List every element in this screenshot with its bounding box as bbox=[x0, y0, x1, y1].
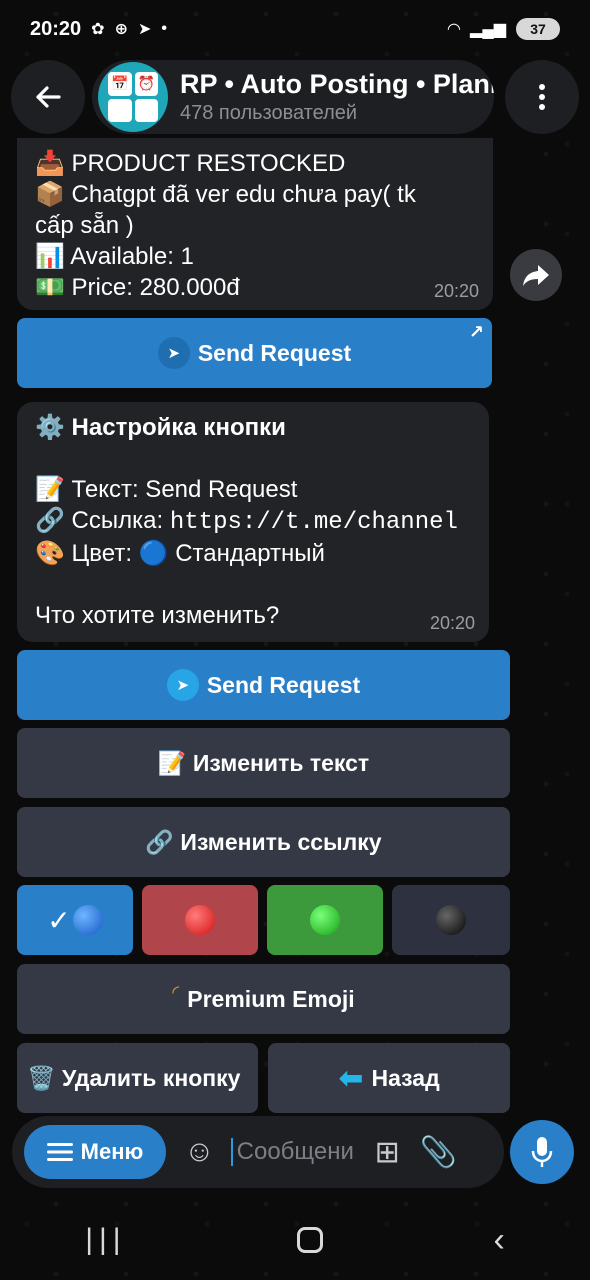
link-label: 🔗 Ссылка: bbox=[35, 507, 170, 534]
wifi-icon: ◠ bbox=[447, 21, 461, 38]
black-circle-icon bbox=[436, 905, 466, 935]
emoji-icon[interactable]: ☺ bbox=[184, 1135, 215, 1169]
message-line: 📦 Chatgpt đã ver edu chưa pay( tk bbox=[35, 181, 416, 208]
message-line: 📊 Available: 1 bbox=[35, 243, 194, 270]
back-button[interactable] bbox=[11, 60, 85, 134]
notification-app-icon: ✿ bbox=[91, 21, 105, 38]
telegram-icon: ➤ bbox=[166, 669, 199, 701]
envelope-icon: ✉ bbox=[108, 98, 132, 122]
product-message-bubble[interactable]: 📥 PRODUCT RESTOCKED 📦 Chatgpt đã ver edu… bbox=[17, 138, 493, 310]
signal-icon: ▂▄▆ bbox=[470, 21, 506, 38]
calendar-icon: 📅 bbox=[108, 72, 132, 96]
chat-header[interactable]: 📅 ⏰ ✉ 🗑 RP • Auto Posting • Planner 478 … bbox=[92, 60, 494, 134]
button-label: Send Request bbox=[197, 339, 352, 366]
vertical-dots-icon bbox=[539, 84, 545, 110]
green-circle-icon bbox=[310, 905, 340, 935]
bot-commands-icon[interactable]: ⊞ bbox=[375, 1135, 400, 1170]
message-input-bar: Меню ☺ ⊞ 📎 bbox=[12, 1116, 504, 1188]
premium-emoji-button[interactable]: ◜ Premium Emoji bbox=[17, 964, 510, 1034]
chat-title: RP • Auto Posting • Planner bbox=[180, 69, 494, 99]
status-left: 20:20 ✿ ⊕ ➤ • bbox=[30, 18, 167, 41]
delete-button-button[interactable]: 🗑️ Удалить кнопку bbox=[17, 1043, 258, 1113]
color-black-button[interactable] bbox=[392, 885, 510, 955]
loading-spinner-icon: ◜ bbox=[172, 981, 180, 1002]
send-request-button[interactable]: ➤ Send Request bbox=[17, 650, 510, 720]
header-text: RP • Auto Posting • Planner 478 пользова… bbox=[180, 69, 494, 125]
message-time: 20:20 bbox=[433, 281, 479, 301]
forward-arrow-icon bbox=[523, 265, 549, 286]
system-navigation-bar: ||| ‹ bbox=[0, 1200, 590, 1280]
trash-icon: 🗑 bbox=[134, 98, 158, 122]
button-label: 🗑️ Удалить кнопку bbox=[27, 1064, 241, 1091]
red-circle-icon bbox=[185, 905, 215, 935]
blue-circle-icon bbox=[72, 905, 103, 935]
more-options-button[interactable] bbox=[505, 60, 579, 134]
color-red-button[interactable] bbox=[142, 885, 258, 955]
edit-link-button[interactable]: 🔗 Изменить ссылку bbox=[17, 807, 510, 877]
game-controller-icon: ⊕ bbox=[114, 21, 128, 38]
home-icon[interactable] bbox=[297, 1227, 324, 1253]
status-bar: 20:20 ✿ ⊕ ➤ • ◠ ▂▄▆ 37 bbox=[0, 0, 590, 58]
bot-menu-button[interactable]: Меню bbox=[24, 1125, 166, 1179]
status-right: ◠ ▂▄▆ 37 bbox=[448, 18, 560, 40]
message-line: 💵 Price: 280.000đ bbox=[35, 274, 240, 301]
checkmark-icon: ✓ bbox=[47, 904, 71, 936]
message-time: 20:20 bbox=[429, 613, 475, 633]
more-notifications-icon: • bbox=[161, 20, 167, 37]
message-line: 🎨 Цвет: 🔵 Стандартный bbox=[35, 540, 325, 567]
channel-avatar: 📅 ⏰ ✉ 🗑 bbox=[98, 62, 168, 132]
settings-message-bubble[interactable]: ⚙️ Настройка кнопки 📝 Текст: Send Reques… bbox=[17, 402, 489, 642]
telegram-notification-icon: ➤ bbox=[137, 21, 152, 38]
message-line: Что хотите изменить? bbox=[35, 602, 280, 629]
send-request-preview-button[interactable]: ➤ Send Request ↗ bbox=[17, 318, 492, 388]
clock-icon: ⏰ bbox=[134, 72, 158, 96]
message-line: 📥 PRODUCT RESTOCKED bbox=[35, 150, 346, 177]
forward-button[interactable] bbox=[510, 249, 562, 301]
battery-indicator: 37 bbox=[516, 18, 560, 40]
message-line: 📝 Текст: Send Request bbox=[35, 476, 298, 503]
external-link-icon: ↗ bbox=[468, 322, 484, 342]
telegram-icon: ➤ bbox=[157, 337, 190, 369]
message-input[interactable] bbox=[230, 1138, 353, 1166]
attachment-icon[interactable]: 📎 bbox=[420, 1135, 457, 1170]
message-line: cấp sẵn ) bbox=[35, 212, 134, 239]
microphone-icon bbox=[531, 1137, 553, 1167]
message-line: ⚙️ Настройка кнопки bbox=[35, 414, 286, 441]
back-nav-button[interactable]: ⬅ Назад bbox=[268, 1043, 510, 1113]
hamburger-icon bbox=[46, 1143, 73, 1161]
message-line: 🔗 Ссылка: https://t.me/channel bbox=[35, 505, 471, 538]
microphone-button[interactable] bbox=[510, 1120, 574, 1184]
status-time: 20:20 bbox=[30, 17, 82, 40]
color-blue-button[interactable]: ✓ bbox=[17, 885, 133, 955]
left-arrow-icon: ⬅ bbox=[338, 1061, 364, 1095]
arrow-left-icon bbox=[36, 86, 61, 108]
edit-text-button[interactable]: 📝 Изменить текст bbox=[17, 728, 510, 798]
system-back-icon[interactable]: ‹ bbox=[493, 1221, 504, 1260]
color-green-button[interactable] bbox=[267, 885, 383, 955]
menu-label: Меню bbox=[80, 1139, 144, 1164]
button-label: 🔗 Изменить ссылку bbox=[145, 828, 382, 855]
channel-link[interactable]: https://t.me/channel bbox=[170, 509, 458, 536]
button-label: Назад bbox=[371, 1064, 440, 1091]
button-label: Premium Emoji bbox=[187, 985, 355, 1012]
button-label: Send Request bbox=[206, 671, 361, 698]
recent-apps-icon[interactable]: ||| bbox=[85, 1223, 126, 1257]
member-count: 478 пользователей bbox=[180, 102, 358, 124]
button-label: 📝 Изменить текст bbox=[157, 749, 370, 776]
